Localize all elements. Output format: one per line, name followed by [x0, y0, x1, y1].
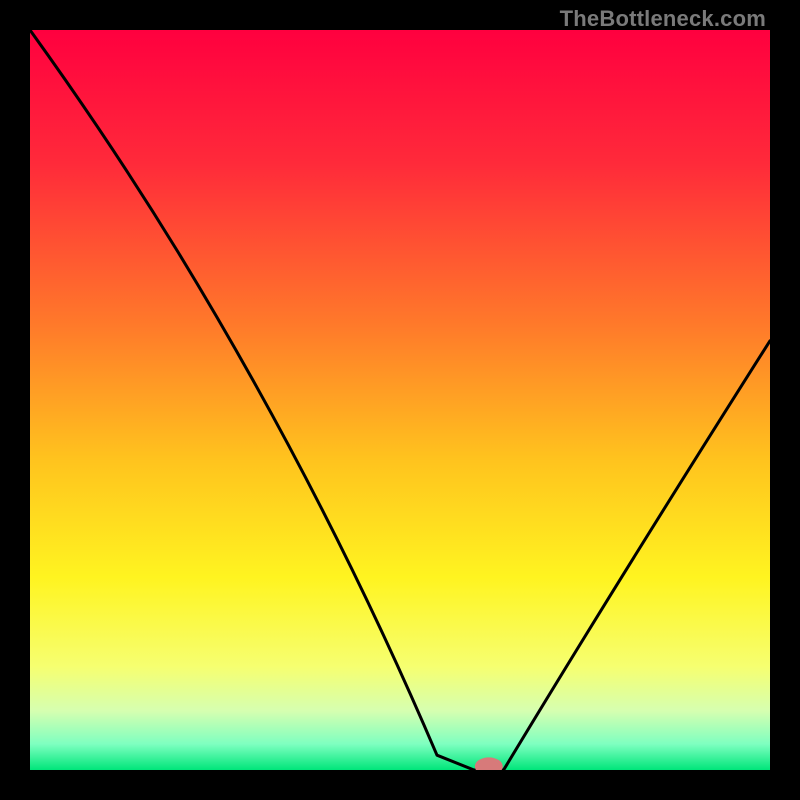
bottleneck-chart	[30, 30, 770, 770]
chart-frame: TheBottleneck.com	[0, 0, 800, 800]
gradient-background	[30, 30, 770, 770]
watermark-label: TheBottleneck.com	[560, 6, 766, 32]
plot-area	[30, 30, 770, 770]
